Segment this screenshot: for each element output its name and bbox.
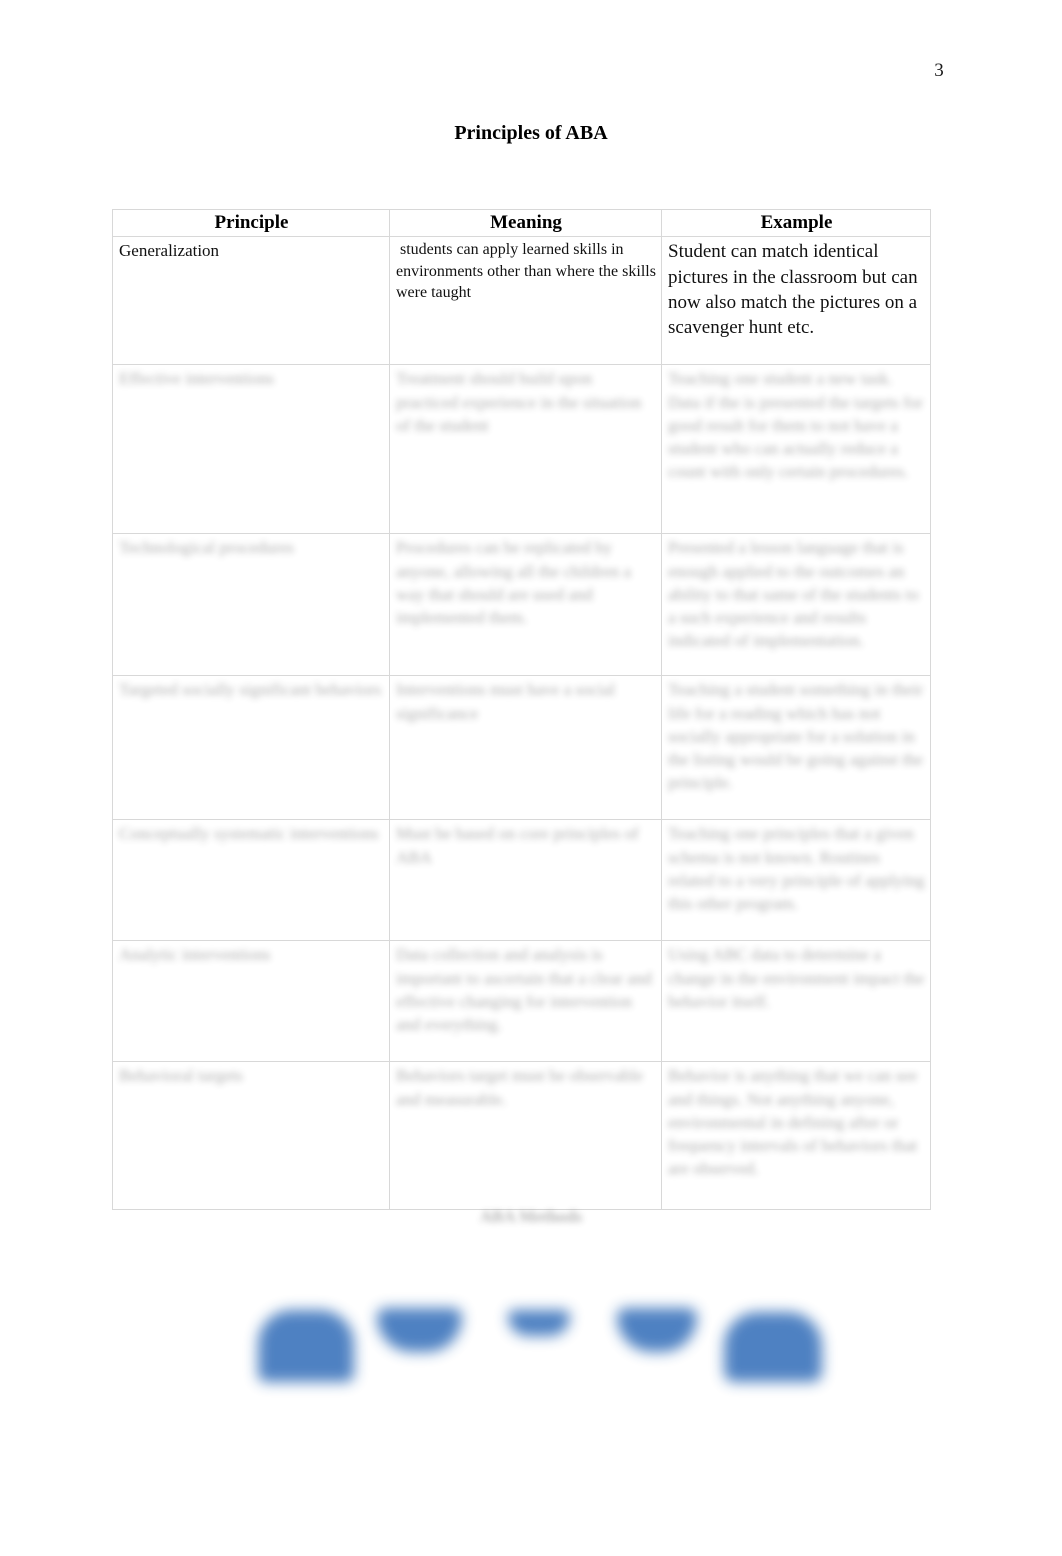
cell-example: Student can match identical pictures in … — [661, 236, 931, 366]
table-header-row: Principle Meaning Example — [112, 208, 931, 237]
principle-text: Effective interventions — [119, 369, 274, 389]
meaning-text: Data collection and analysis is importan… — [396, 945, 657, 1034]
meaning-text: Procedures can be replicated by anyone, … — [396, 538, 636, 627]
cell-example: Teaching a student something in their li… — [661, 675, 931, 821]
example-text: Teaching one student a new task. Data if… — [668, 369, 928, 481]
meaning-text: students can apply learned skills in env… — [396, 241, 660, 301]
page-title: Principles of ABA — [454, 122, 608, 144]
cell-meaning: Interventions must have a social signifi… — [389, 675, 662, 821]
principle-text: Targeted socially significant behaviors — [119, 680, 382, 700]
table-row: Generalization students can apply learne… — [112, 236, 931, 366]
example-text: Student can match identical pictures in … — [668, 241, 923, 339]
cell-meaning: Must be based on core principles of ABA — [389, 819, 662, 942]
cell-principle: Analytic interventions — [112, 940, 390, 1063]
cell-principle: Conceptually systematic interventions — [112, 819, 390, 942]
cell-meaning: Treatment should build upon practiced ex… — [389, 364, 662, 535]
example-text: Behavior is anything that we can see and… — [668, 1066, 922, 1178]
cell-meaning: Behaviors target must be observable and … — [389, 1061, 662, 1211]
cell-example: Using ABC data to determine a change in … — [661, 940, 931, 1063]
blue-blob-1-icon — [258, 1310, 354, 1382]
principle-text: Technological procedures — [119, 538, 294, 558]
blue-blob-4-icon — [617, 1308, 697, 1352]
blue-blob-5-icon — [724, 1312, 822, 1382]
example-text: Teaching one principles that a given sch… — [668, 824, 930, 913]
column-header-principle: Principle — [112, 208, 390, 237]
page-number: 3 — [934, 60, 944, 81]
cell-principle: Generalization — [112, 236, 390, 366]
cell-example: Behavior is anything that we can see and… — [661, 1061, 931, 1211]
cell-meaning: students can apply learned skills in env… — [389, 236, 662, 366]
principles-table: Principle Meaning Example Generalization… — [112, 208, 931, 1211]
table-row: Targeted socially significant behaviors … — [112, 675, 931, 821]
document-page: 3 Principles of ABA Principle Meaning Ex… — [0, 0, 1062, 1556]
table-row: Analytic interventions Data collection a… — [112, 940, 931, 1063]
example-text: Teaching a student something in their li… — [668, 680, 928, 792]
cell-example: Teaching one principles that a given sch… — [661, 819, 931, 942]
principles-table-wrapper: Principle Meaning Example Generalization… — [112, 208, 931, 1211]
cell-example: Presented a lesson language that is enou… — [661, 533, 931, 677]
cell-meaning: Procedures can be replicated by anyone, … — [389, 533, 662, 677]
meaning-text: Interventions must have a social signifi… — [396, 680, 620, 723]
example-text: Using ABC data to determine a change in … — [668, 945, 929, 1011]
cell-meaning: Data collection and analysis is importan… — [389, 940, 662, 1063]
cell-example: Teaching one student a new task. Data if… — [661, 364, 931, 535]
principle-text: Generalization — [119, 241, 220, 261]
table-row: Conceptually systematic interventions Mu… — [112, 819, 931, 942]
table-row: Technological procedures Procedures can … — [112, 533, 931, 677]
blue-blob-2-icon — [377, 1308, 462, 1352]
cell-principle: Targeted socially significant behaviors — [112, 675, 390, 821]
table-row: Behavioral targets Behaviors target must… — [112, 1061, 931, 1211]
cell-principle: Behavioral targets — [112, 1061, 390, 1211]
blue-blob-3-icon — [508, 1310, 570, 1336]
cell-principle: Effective interventions — [112, 364, 390, 535]
principle-text: Behavioral targets — [119, 1066, 243, 1086]
table-row: Effective interventions Treatment should… — [112, 364, 931, 535]
meaning-text: Treatment should build upon practiced ex… — [396, 369, 646, 435]
table-caption: ABA Methods — [479, 1207, 583, 1226]
principle-text: Conceptually systematic interventions — [119, 824, 379, 844]
footer-graphic-strip — [0, 1296, 1062, 1386]
example-text: Presented a lesson language that is enou… — [668, 538, 923, 650]
principle-text: Analytic interventions — [119, 945, 271, 965]
cell-principle: Technological procedures — [112, 533, 390, 677]
meaning-text: Must be based on core principles of ABA — [396, 824, 642, 867]
column-header-meaning: Meaning — [389, 208, 662, 237]
meaning-text: Behaviors target must be observable and … — [396, 1066, 648, 1109]
column-header-example: Example — [661, 208, 931, 237]
